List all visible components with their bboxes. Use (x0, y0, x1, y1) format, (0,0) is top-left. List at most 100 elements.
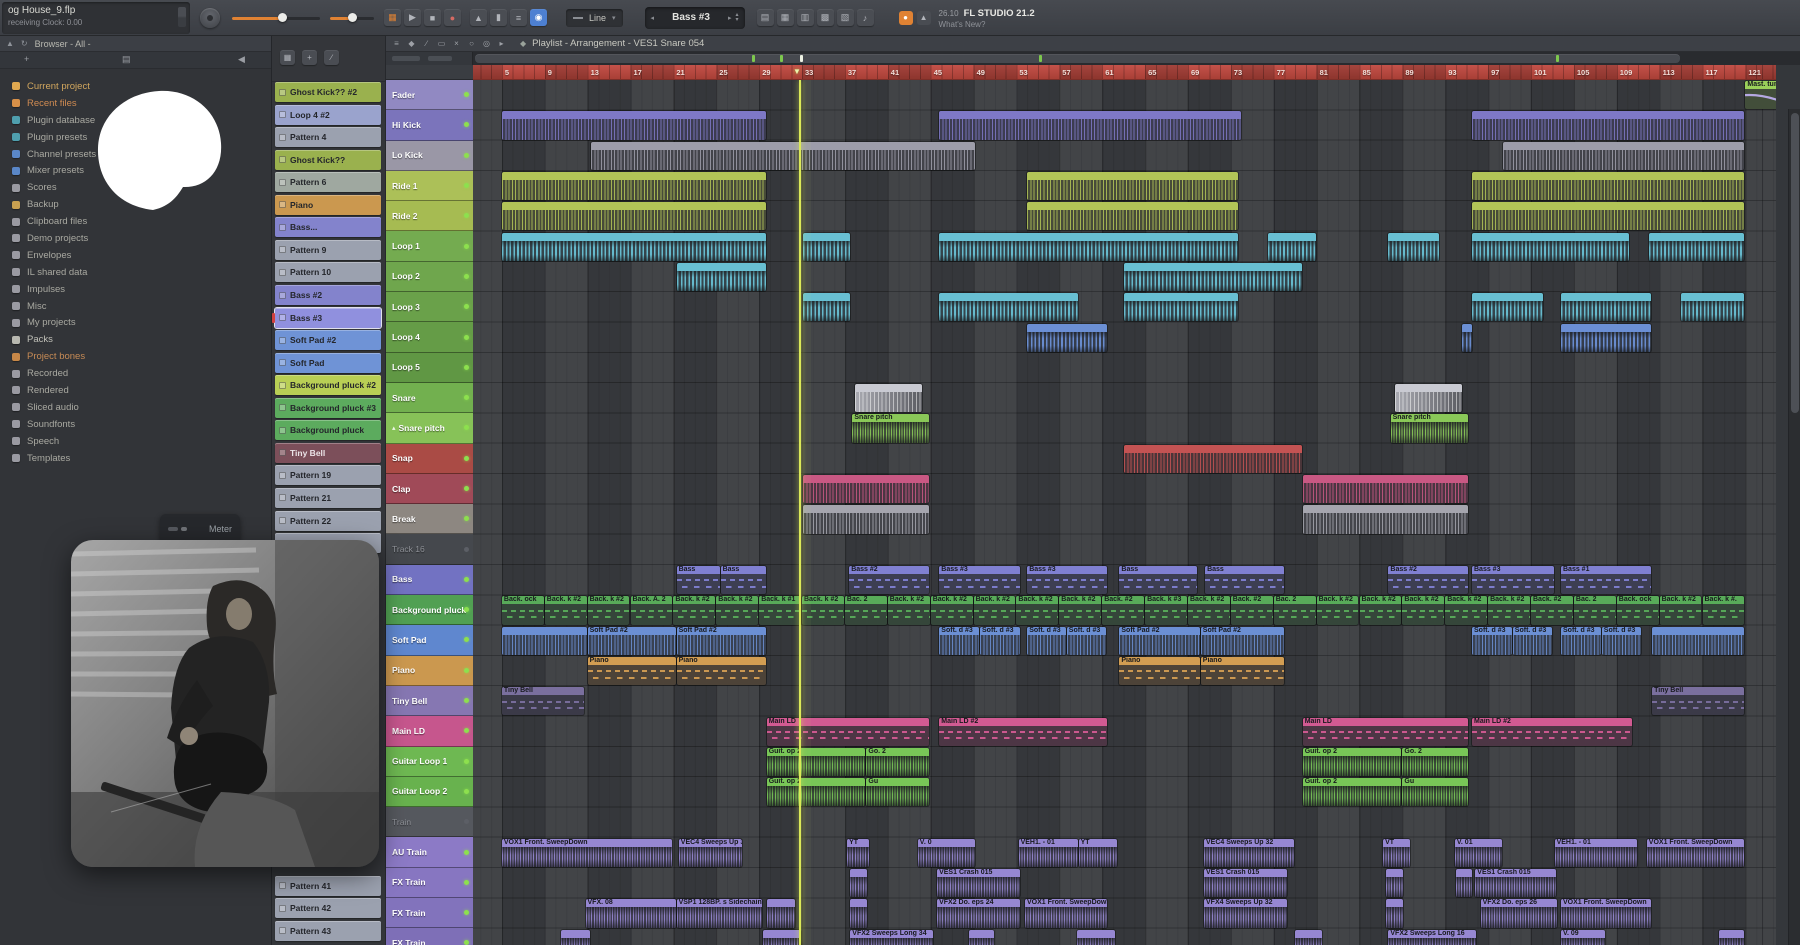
playlist-clip[interactable] (1472, 202, 1744, 230)
track-arm-dot[interactable] (464, 213, 469, 218)
collapse-all-icon[interactable]: ▲ (6, 39, 14, 48)
track-header[interactable]: Bass (386, 565, 473, 595)
playlist-clip[interactable] (1472, 172, 1744, 200)
whats-new-link[interactable]: What's New? (939, 19, 1035, 30)
playlist-clip[interactable]: Soft Pad #2 (1119, 627, 1200, 655)
playlist-clip[interactable]: Soft Pad #2 (588, 627, 676, 655)
track-arm-dot[interactable] (464, 910, 469, 915)
delete-tool-icon[interactable]: × (450, 38, 463, 50)
track-header[interactable]: Guitar Loop 1 (386, 747, 473, 777)
playlist-clip[interactable] (763, 930, 801, 945)
playlist-clip[interactable] (1124, 293, 1239, 321)
group-arrow-icon[interactable]: ▴ (392, 424, 396, 432)
playlist-clip[interactable]: Bass (1205, 566, 1284, 594)
track-arm-dot[interactable] (464, 819, 469, 824)
playlist-clip[interactable]: Back. k #1 (759, 596, 801, 624)
track-header[interactable]: Soft Pad (386, 625, 473, 655)
playlist-clip[interactable] (561, 930, 590, 945)
browser-item[interactable]: Misc (0, 298, 271, 315)
pattern-item[interactable]: Pattern 4 (275, 127, 381, 147)
playlist-clip[interactable]: VFX2 Do. eps 24 (937, 899, 1020, 927)
browser-item[interactable]: Packs (0, 331, 271, 348)
track-header[interactable]: Loop 1 (386, 231, 473, 261)
pattern-grid-icon[interactable]: ▦ (280, 50, 295, 65)
playlist-clip[interactable]: Piano (1201, 657, 1285, 685)
playlist-clip[interactable] (1395, 384, 1463, 412)
track-header[interactable]: Ride 2 (386, 201, 473, 231)
browser-item[interactable]: IL shared data (0, 264, 271, 281)
playlist-clip[interactable]: Bass #1 (1561, 566, 1651, 594)
track-stretch-control[interactable] (428, 56, 452, 61)
track-arm-dot[interactable] (464, 456, 469, 461)
playlist-clip[interactable]: Guit. op 2 (767, 748, 866, 776)
pattern-item[interactable]: Pattern 9 (275, 240, 381, 260)
playlist-clip[interactable] (502, 111, 766, 139)
playlist-clip[interactable]: Main LD #2 (939, 718, 1106, 746)
pattern-item[interactable]: Soft Pad #2 (275, 330, 381, 350)
playlist-clip[interactable]: Bass #2 (849, 566, 928, 594)
playlist-clip[interactable]: VEC4 Sweeps Up 32 (679, 839, 742, 867)
magnet-icon[interactable]: ◆ (405, 38, 418, 50)
snap-selector[interactable]: Line ▾ (566, 9, 623, 27)
track-arm-dot[interactable] (464, 244, 469, 249)
playlist-clip[interactable]: Back. k #2 (1445, 596, 1487, 624)
playlist-clip[interactable] (1077, 930, 1116, 945)
browser-header[interactable]: ▲↻ Browser - All - (0, 36, 271, 52)
playlist-clip[interactable] (502, 627, 587, 655)
track-arm-dot[interactable] (464, 395, 469, 400)
hint-detach-icon[interactable] (178, 7, 186, 27)
playlist-clip[interactable] (1303, 475, 1468, 503)
playlist-clip[interactable] (1386, 869, 1403, 897)
playlist-clip[interactable] (939, 111, 1240, 139)
playlist-clip[interactable]: Bass #3 (1472, 566, 1554, 594)
pattern-item[interactable]: Bass #3 (275, 308, 381, 328)
playlist-clip[interactable]: V. 0 (918, 839, 975, 867)
playlist-clip[interactable]: Back. ock (502, 596, 544, 624)
playlist-clip[interactable]: Soft. d #3 (1027, 627, 1066, 655)
track-header[interactable]: Track 16 (386, 534, 473, 564)
playlist-clip[interactable] (803, 475, 929, 503)
track-header[interactable]: FX Train (386, 898, 473, 928)
browser-item[interactable]: Rendered (0, 382, 271, 399)
track-header[interactable]: Hi Kick (386, 110, 473, 140)
track-header[interactable]: AU Train (386, 837, 473, 867)
pattern-item[interactable]: Pattern 42 (275, 898, 381, 918)
track-header[interactable]: Snare (386, 383, 473, 413)
mute-tool-icon[interactable]: ○ (465, 38, 478, 50)
pattern-item[interactable]: Ghost Kick?? (275, 150, 381, 170)
play-button-icon[interactable]: ▶ (404, 9, 421, 26)
pattern-item[interactable]: Tiny Bell (275, 443, 381, 463)
playlist-clip[interactable]: Back. k #3 (1145, 596, 1187, 624)
pattern-item[interactable]: Loop 4 #2 (275, 105, 381, 125)
pattern-item[interactable]: Pattern 10 (275, 262, 381, 282)
playlist-clip[interactable]: Bass #3 (1027, 566, 1106, 594)
pattern-item[interactable]: Pattern 22 (275, 511, 381, 531)
playlist-clip[interactable]: Gu (1402, 778, 1468, 806)
browser-item[interactable]: Envelopes (0, 247, 271, 264)
playlist-clip[interactable]: Soft. d #3 (939, 627, 979, 655)
track-arm-dot[interactable] (464, 516, 469, 521)
playlist-icon[interactable]: ▤ (757, 9, 774, 26)
browser-item[interactable]: Clipboard files (0, 213, 271, 230)
vertical-scrollbar[interactable] (1788, 109, 1800, 945)
playlist-clip[interactable]: Back. k #2 (1660, 596, 1702, 624)
wait-input-icon[interactable]: ▮ (490, 9, 507, 26)
track-arm-dot[interactable] (464, 486, 469, 491)
playlist-clip[interactable]: VFX2 Sweeps Long 16 (1388, 930, 1476, 945)
track-arm-dot[interactable] (464, 425, 469, 430)
playlist-clip[interactable] (767, 899, 795, 927)
playlist-clip[interactable]: Tiny Bell (502, 687, 585, 715)
playlist-clip[interactable]: VFX4 Sweeps Up 32 (1204, 899, 1287, 927)
playlist-clip[interactable]: Back. #2 (1531, 596, 1573, 624)
track-header[interactable]: Fader (386, 80, 473, 110)
playlist-clip[interactable] (1303, 505, 1468, 533)
playlist-clip[interactable] (850, 869, 867, 897)
playlist-clip[interactable]: Bass (721, 566, 766, 594)
playlist-clip[interactable] (1388, 233, 1439, 261)
playlist-clip[interactable]: VEH1. - 01 (1019, 839, 1078, 867)
playlist-clip[interactable]: VEC4 Sweeps Up 32 (1204, 839, 1294, 867)
playlist-clip[interactable]: Soft. d #3 (980, 627, 1020, 655)
playlist-clip[interactable]: VOX1 Front. SweepDown (1647, 839, 1745, 867)
playlist-clip[interactable] (1386, 899, 1403, 927)
track-header[interactable]: Ride 1 (386, 171, 473, 201)
